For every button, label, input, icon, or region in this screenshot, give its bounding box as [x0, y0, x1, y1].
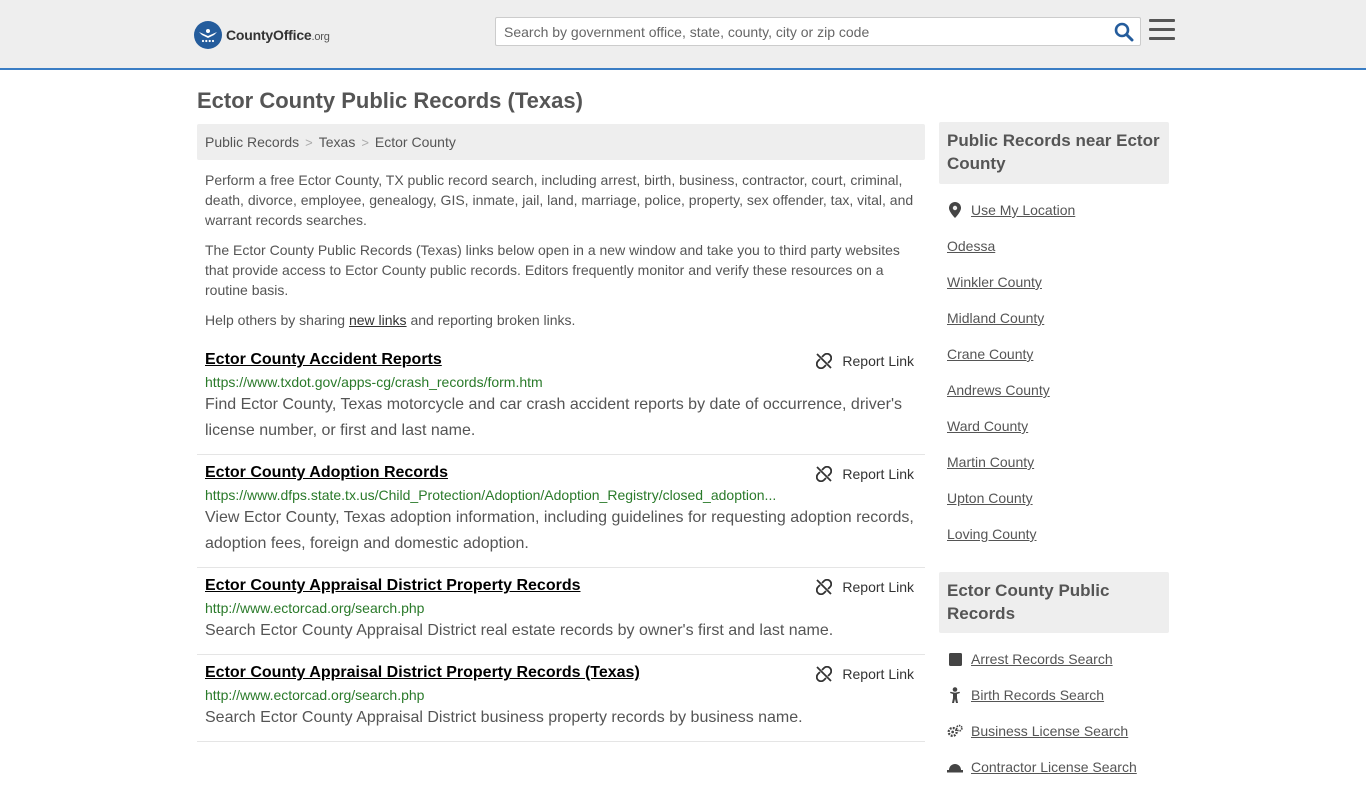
record-description: Search Ector County Appraisal District r…	[205, 622, 834, 639]
report-link-button[interactable]: Report Link	[816, 466, 914, 482]
list-item: Ector County Adoption Records https://ww…	[197, 455, 925, 568]
record-title-link[interactable]: Ector County Adoption Records	[205, 464, 448, 482]
nearby-link-loving-county[interactable]: Loving County	[947, 526, 1037, 542]
intro-paragraph-3: Help others by sharing new links and rep…	[205, 312, 576, 328]
hardhat-icon	[947, 759, 963, 775]
list-item: Ector County Accident Reports https://ww…	[197, 342, 925, 455]
nearby-link-odessa[interactable]: Odessa	[947, 238, 995, 254]
breadcrumb-public-records[interactable]: Public Records	[205, 134, 299, 150]
birth-records-search-link[interactable]: Birth Records Search	[971, 687, 1104, 703]
records-list: Ector County Accident Reports https://ww…	[197, 342, 925, 742]
report-link-button[interactable]: Report Link	[816, 579, 914, 595]
hamburger-menu-icon[interactable]	[1149, 19, 1175, 43]
intro-paragraph-2: The Ector County Public Records (Texas) …	[205, 242, 900, 298]
record-title-link[interactable]: Ector County Accident Reports	[205, 351, 442, 369]
search-icon[interactable]	[1114, 22, 1134, 42]
record-url: http://www.ectorcad.org/search.php	[205, 687, 425, 703]
nearby-link-crane-county[interactable]: Crane County	[947, 346, 1033, 362]
report-link-label: Report Link	[842, 466, 914, 482]
county-records-heading: Ector County Public Records	[939, 572, 1169, 633]
nearby-link-ward-county[interactable]: Ward County	[947, 418, 1028, 434]
intro-paragraph-1: Perform a free Ector County, TX public r…	[205, 172, 914, 228]
logo-suffix-text: .org	[311, 31, 330, 43]
business-license-search-link[interactable]: Business License Search	[971, 723, 1128, 739]
nearby-link-martin-county[interactable]: Martin County	[947, 454, 1034, 470]
county-records-list: Arrest Records Search Birth Records Sear…	[947, 641, 1169, 785]
baby-icon	[947, 687, 963, 703]
report-link-label: Report Link	[842, 666, 914, 682]
use-my-location-link[interactable]: Use My Location	[971, 202, 1075, 218]
broken-link-icon	[816, 579, 833, 595]
broken-link-icon	[816, 353, 833, 369]
breadcrumb-separator-icon: >	[361, 135, 369, 150]
nearby-link-upton-county[interactable]: Upton County	[947, 490, 1033, 506]
list-item: Ector County Appraisal District Property…	[197, 655, 925, 742]
breadcrumb-separator-icon: >	[305, 135, 313, 150]
nearby-records-list: Use My Location Odessa Winkler County Mi…	[947, 192, 1169, 552]
search-input[interactable]	[496, 18, 1106, 45]
search-box	[495, 17, 1141, 46]
logo-eagle-icon	[194, 21, 222, 49]
record-description: View Ector County, Texas adoption inform…	[205, 509, 914, 552]
use-location-item: Use My Location	[947, 192, 1169, 228]
map-marker-icon	[947, 202, 963, 218]
record-description: Find Ector County, Texas motorcycle and …	[205, 396, 902, 439]
arrest-records-search-link[interactable]: Arrest Records Search	[971, 651, 1113, 667]
broken-link-icon	[816, 666, 833, 682]
record-title-link[interactable]: Ector County Appraisal District Property…	[205, 664, 640, 682]
nearby-records-heading: Public Records near Ector County	[939, 122, 1169, 184]
record-title-link[interactable]: Ector County Appraisal District Property…	[205, 577, 581, 595]
nearby-link-midland-county[interactable]: Midland County	[947, 310, 1044, 326]
report-link-button[interactable]: Report Link	[816, 666, 914, 682]
nearby-link-winkler-county[interactable]: Winkler County	[947, 274, 1042, 290]
gears-icon	[947, 723, 963, 739]
contractor-license-search-link[interactable]: Contractor License Search	[971, 759, 1137, 775]
new-links-link[interactable]: new links	[349, 312, 407, 328]
report-link-label: Report Link	[842, 579, 914, 595]
list-item: Ector County Appraisal District Property…	[197, 568, 925, 655]
record-url: https://www.txdot.gov/apps-cg/crash_reco…	[205, 374, 543, 390]
logo-main-text: CountyOffice	[226, 27, 312, 43]
record-url: https://www.dfps.state.tx.us/Child_Prote…	[205, 487, 777, 503]
record-description: Search Ector County Appraisal District b…	[205, 709, 803, 726]
breadcrumb-ector-county[interactable]: Ector County	[375, 134, 456, 150]
site-logo[interactable]: CountyOffice.org	[194, 20, 330, 50]
square-icon	[947, 651, 963, 667]
page-title: Ector County Public Records (Texas)	[197, 88, 583, 113]
report-link-label: Report Link	[842, 353, 914, 369]
site-header: CountyOffice.org	[0, 0, 1366, 70]
nearby-link-andrews-county[interactable]: Andrews County	[947, 382, 1050, 398]
breadcrumb: Public Records > Texas > Ector County	[197, 124, 925, 160]
broken-link-icon	[816, 466, 833, 482]
record-url: http://www.ectorcad.org/search.php	[205, 600, 425, 616]
breadcrumb-texas[interactable]: Texas	[319, 134, 356, 150]
report-link-button[interactable]: Report Link	[816, 353, 914, 369]
